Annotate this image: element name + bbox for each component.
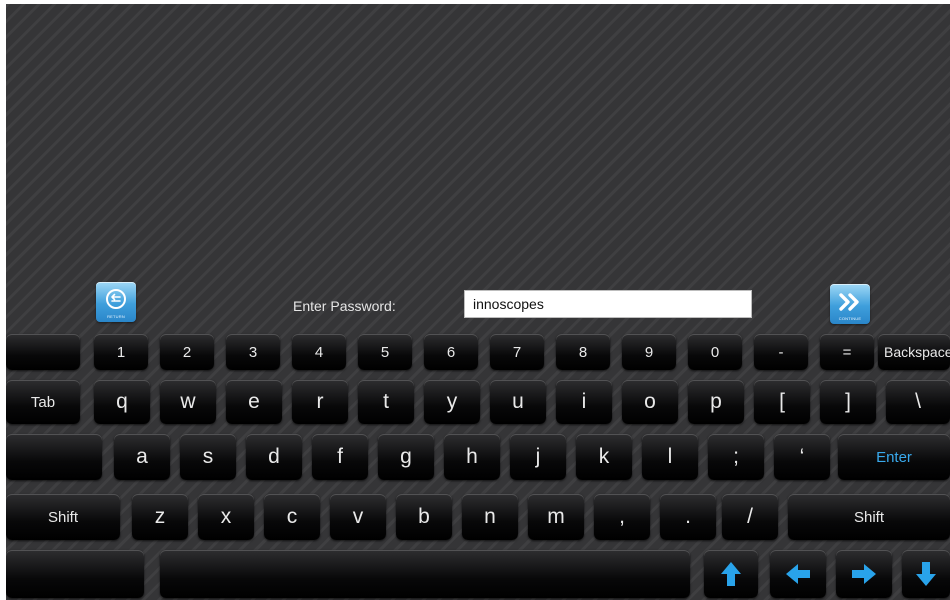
key-a[interactable]: a [114, 434, 170, 480]
return-caption: RETURN [107, 314, 125, 319]
arrow-right-icon [852, 564, 876, 584]
key-f[interactable]: f [312, 434, 368, 480]
key-b[interactable]: b [396, 494, 452, 540]
key-q[interactable]: q [94, 380, 150, 424]
key-7[interactable]: 7 [490, 334, 544, 370]
continue-button[interactable]: CONTINUE [830, 284, 870, 324]
key-9[interactable]: 9 [622, 334, 676, 370]
key-comma[interactable]: , [594, 494, 650, 540]
key-g[interactable]: g [378, 434, 434, 480]
key-6[interactable]: 6 [424, 334, 478, 370]
key-r[interactable]: r [292, 380, 348, 424]
key-e[interactable]: e [226, 380, 282, 424]
key-left-bracket[interactable]: [ [754, 380, 810, 424]
key-tab[interactable]: Tab [6, 380, 80, 424]
key-quote[interactable]: ‘ [774, 434, 830, 480]
key-c[interactable]: c [264, 494, 320, 540]
return-button[interactable]: RETURN [96, 282, 136, 322]
key-n[interactable]: n [462, 494, 518, 540]
key-p[interactable]: p [688, 380, 744, 424]
key-x[interactable]: x [198, 494, 254, 540]
key-shift-right[interactable]: Shift [788, 494, 950, 540]
key-o[interactable]: o [622, 380, 678, 424]
keyboard-screen: RETURN Enter Password: CONTINUE 1 2 3 4 … [6, 4, 950, 600]
key-blank-bottom-left[interactable] [6, 550, 144, 598]
key-shift-left[interactable]: Shift [6, 494, 120, 540]
key-s[interactable]: s [180, 434, 236, 480]
key-arrow-down[interactable] [902, 550, 950, 598]
key-z[interactable]: z [132, 494, 188, 540]
key-i[interactable]: i [556, 380, 612, 424]
key-l[interactable]: l [642, 434, 698, 480]
key-u[interactable]: u [490, 380, 546, 424]
key-2[interactable]: 2 [160, 334, 214, 370]
key-minus[interactable]: - [754, 334, 808, 370]
key-3[interactable]: 3 [226, 334, 280, 370]
password-label: Enter Password: [293, 298, 396, 314]
key-arrow-up[interactable] [704, 550, 758, 598]
continue-caption: CONTINUE [838, 316, 862, 321]
key-4[interactable]: 4 [292, 334, 346, 370]
arrow-left-icon [786, 564, 810, 584]
key-caps[interactable] [6, 434, 102, 480]
key-y[interactable]: y [424, 380, 480, 424]
key-backspace[interactable]: Backspace [878, 334, 950, 370]
key-8[interactable]: 8 [556, 334, 610, 370]
key-j[interactable]: j [510, 434, 566, 480]
key-period[interactable]: . [660, 494, 716, 540]
arrow-down-icon [916, 562, 936, 586]
key-1[interactable]: 1 [94, 334, 148, 370]
key-t[interactable]: t [358, 380, 414, 424]
key-right-bracket[interactable]: ] [820, 380, 876, 424]
key-m[interactable]: m [528, 494, 584, 540]
key-enter[interactable]: Enter [838, 434, 950, 480]
password-input[interactable] [464, 290, 752, 318]
key-5[interactable]: 5 [358, 334, 412, 370]
key-d[interactable]: d [246, 434, 302, 480]
key-blank[interactable] [6, 334, 80, 370]
key-backslash[interactable]: \ [886, 380, 950, 424]
key-arrow-right[interactable] [836, 550, 892, 598]
key-0[interactable]: 0 [688, 334, 742, 370]
key-h[interactable]: h [444, 434, 500, 480]
key-equals[interactable]: = [820, 334, 874, 370]
key-space[interactable] [160, 550, 690, 598]
key-v[interactable]: v [330, 494, 386, 540]
arrow-up-icon [721, 562, 741, 586]
key-w[interactable]: w [160, 380, 216, 424]
key-arrow-left[interactable] [770, 550, 826, 598]
key-k[interactable]: k [576, 434, 632, 480]
key-semicolon[interactable]: ; [708, 434, 764, 480]
key-slash[interactable]: / [722, 494, 778, 540]
